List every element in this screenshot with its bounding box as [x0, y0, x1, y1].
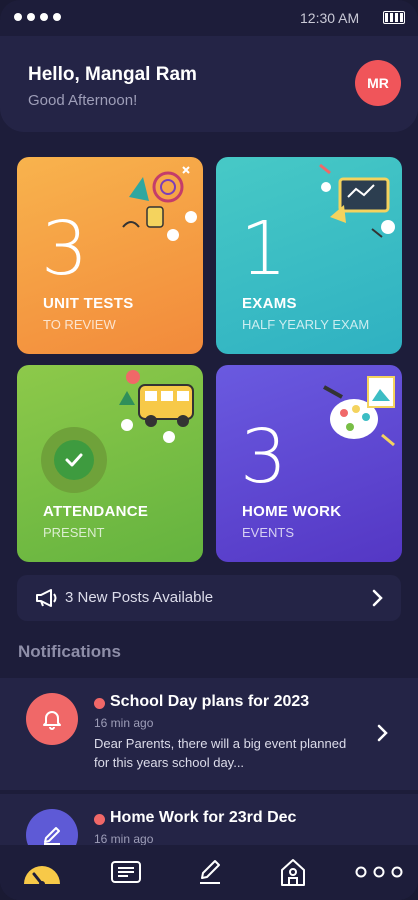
card-attendance[interactable]: ATTENDANCE PRESENT	[17, 365, 203, 562]
megaphone-icon	[36, 589, 57, 607]
card-subtitle: HALF YEARLY EXAM	[242, 317, 370, 332]
card-title: HOME WORK	[242, 503, 342, 520]
signal-dots-icon	[14, 13, 61, 21]
school-bus-icon	[119, 370, 194, 443]
card-subtitle: TO REVIEW	[43, 317, 116, 332]
notifications-heading: Notifications	[18, 642, 121, 661]
greeting: Hello, Mangal Ram	[28, 64, 197, 85]
card-title: EXAMS	[242, 295, 297, 312]
unread-dot	[94, 698, 105, 709]
notification-body: Dear Parents, there will a big event pla…	[94, 736, 347, 770]
card-exams[interactable]: 1 EXAMS HALF YEARLY EXAM	[216, 157, 402, 354]
paint-palette-icon	[323, 376, 395, 447]
card-count: 3	[41, 206, 89, 292]
status-time: 12:30 AM	[300, 10, 360, 26]
chevron-right-icon	[377, 724, 388, 742]
attendance-check-icon	[41, 427, 107, 493]
notification-time: 16 min ago	[94, 716, 154, 730]
dashboard-icon[interactable]	[22, 855, 62, 889]
card-unit-tests[interactable]: 3 UNIT TESTS TO REVIEW	[17, 157, 203, 354]
header: Hello, Mangal Ram Good Afternoon! MR	[0, 36, 418, 132]
card-count: 3	[240, 414, 288, 500]
card-count: 1	[240, 206, 288, 292]
app-frame: 12:30 AM Hello, Mangal Ram Good Afternoo…	[0, 0, 418, 900]
card-home-work[interactable]: 3 HOME WORK EVENTS	[216, 365, 402, 562]
status-bar: 12:30 AM	[0, 0, 418, 36]
notification-title: Home Work for 23rd Dec	[110, 809, 297, 826]
bell-icon	[26, 693, 78, 745]
more-icon[interactable]	[354, 855, 404, 889]
notification-time: 16 min ago	[94, 832, 154, 846]
notification-title: School Day plans for 2023	[110, 693, 310, 710]
new-posts-banner[interactable]: 3 New Posts Available	[17, 575, 401, 621]
avatar[interactable]: MR	[355, 60, 401, 106]
school-icon[interactable]	[273, 855, 313, 889]
math-doodle-icon	[122, 166, 197, 241]
battery-icon	[383, 11, 405, 24]
card-title: ATTENDANCE	[43, 503, 149, 520]
sub-greeting: Good Afternoon!	[28, 92, 138, 109]
unread-dot	[94, 814, 105, 825]
card-subtitle: EVENTS	[242, 525, 295, 540]
bottom-nav	[0, 845, 418, 900]
new-posts-label: 3 New Posts Available	[65, 589, 214, 606]
chevron-right-icon	[372, 589, 383, 607]
blackboard-icon	[319, 163, 395, 238]
edit-icon[interactable]	[190, 855, 230, 889]
news-icon[interactable]	[106, 855, 146, 889]
card-title: UNIT TESTS	[43, 295, 134, 312]
notification-item[interactable]: School Day plans for 2023 16 min ago Dea…	[0, 678, 418, 790]
card-subtitle: PRESENT	[43, 525, 105, 540]
